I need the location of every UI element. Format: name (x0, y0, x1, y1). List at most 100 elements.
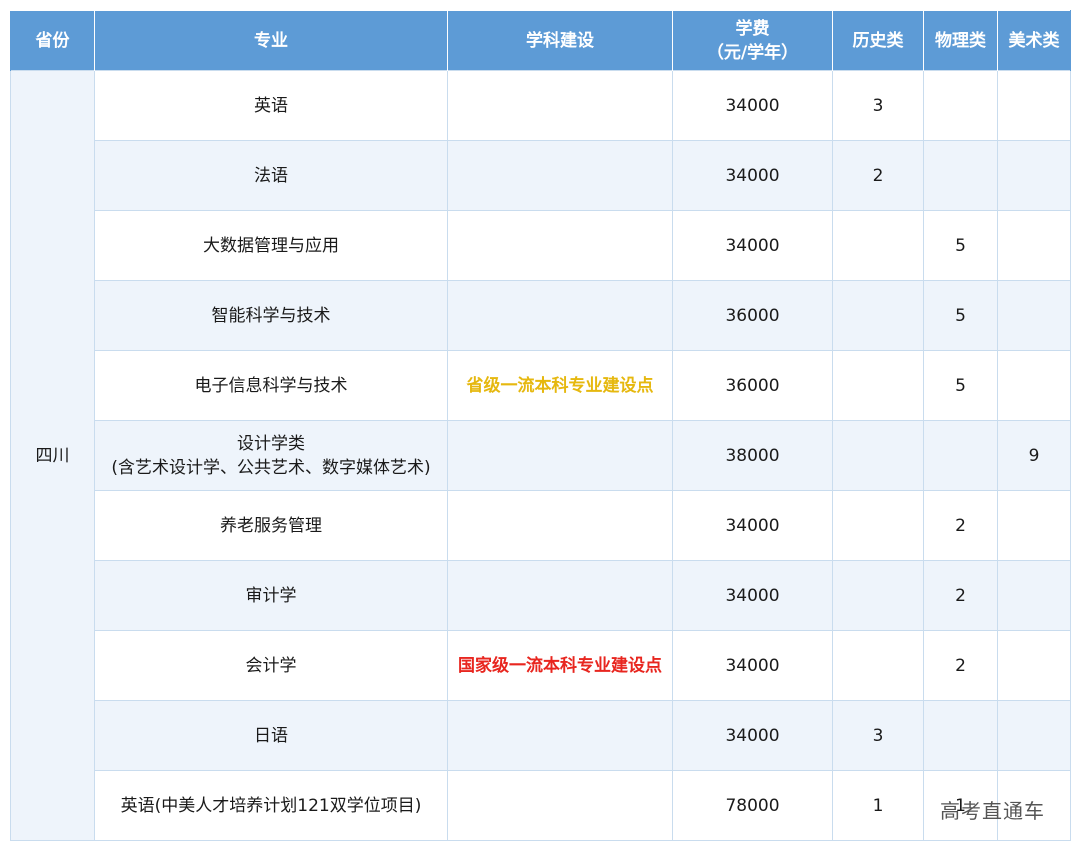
history-cell: 2 (832, 140, 924, 211)
major-cell: 英语 (94, 70, 448, 141)
physics-cell: 2 (923, 560, 998, 631)
major-cell: 电子信息科学与技术 (94, 350, 448, 421)
discipline-cell (447, 420, 673, 491)
physics-cell (923, 700, 998, 771)
history-cell: 1 (832, 770, 924, 841)
physics-cell (923, 140, 998, 211)
discipline-cell (447, 700, 673, 771)
major-name: 大数据管理与应用 (203, 235, 339, 256)
table-row: 会计学 国家级一流本科专业建设点 34000 2 (11, 630, 1071, 701)
header-province: 省份 (10, 10, 95, 71)
discipline-label: 国家级一流本科专业建设点 (458, 655, 662, 676)
table-row: 养老服务管理 34000 2 (11, 490, 1071, 561)
table-row: 日语 34000 3 (11, 700, 1071, 771)
tuition-cell: 38000 (672, 420, 833, 491)
discipline-cell (447, 280, 673, 351)
tuition-cell: 34000 (672, 140, 833, 211)
major-cell: 大数据管理与应用 (94, 210, 448, 281)
major-cell: 设计学类 (含艺术设计学、公共艺术、数字媒体艺术) (94, 420, 448, 491)
physics-cell (923, 70, 998, 141)
physics-cell: 5 (923, 280, 998, 351)
art-cell (997, 70, 1071, 141)
physics-cell (923, 420, 998, 491)
major-cell: 会计学 (94, 630, 448, 701)
history-cell (832, 280, 924, 351)
major-name: 设计学类 (237, 433, 305, 454)
major-cell: 法语 (94, 140, 448, 211)
art-cell (997, 280, 1071, 351)
physics-cell: 5 (923, 350, 998, 421)
header-physics: 物理类 (923, 10, 998, 71)
table-row: 大数据管理与应用 34000 5 (11, 210, 1071, 281)
major-cell: 英语(中美人才培养计划121双学位项目) (94, 770, 448, 841)
physics-cell: 2 (923, 490, 998, 561)
table-row: 英语(中美人才培养计划121双学位项目) 78000 1 1 (11, 770, 1071, 841)
discipline-cell: 国家级一流本科专业建设点 (447, 630, 673, 701)
art-cell (997, 350, 1071, 421)
physics-cell: 5 (923, 210, 998, 281)
header-tuition-line2: （元/学年） (706, 42, 799, 63)
tuition-cell: 34000 (672, 630, 833, 701)
table-row: 智能科学与技术 36000 5 (11, 280, 1071, 351)
major-name: 英语(中美人才培养计划121双学位项目) (120, 795, 422, 816)
major-subtitle: (含艺术设计学、公共艺术、数字媒体艺术) (111, 457, 431, 478)
table-row: 四川 英语 34000 3 (10, 70, 1071, 841)
major-name: 智能科学与技术 (211, 305, 331, 326)
tuition-cell: 34000 (672, 210, 833, 281)
table-body: 四川 英语 34000 3 法语 34000 2 大数据管理与应用 34000 5 智能科学与技术 3… (10, 70, 1071, 841)
tuition-cell: 34000 (672, 490, 833, 561)
discipline-cell (447, 70, 673, 141)
history-cell (832, 210, 924, 281)
history-cell (832, 630, 924, 701)
major-name: 电子信息科学与技术 (194, 375, 348, 396)
table-row: 法语 34000 2 (11, 140, 1071, 211)
discipline-cell (447, 210, 673, 281)
history-cell (832, 490, 924, 561)
tuition-cell: 36000 (672, 280, 833, 351)
art-cell (997, 700, 1071, 771)
header-tuition: 学费 （元/学年） (672, 10, 833, 71)
discipline-cell (447, 770, 673, 841)
table-row: 审计学 34000 2 (11, 560, 1071, 631)
header-major: 专业 (94, 10, 448, 71)
major-name: 会计学 (245, 655, 297, 676)
table-row: 设计学类 (含艺术设计学、公共艺术、数字媒体艺术) 38000 9 (11, 420, 1071, 491)
major-cell: 养老服务管理 (94, 490, 448, 561)
art-cell (997, 560, 1071, 631)
art-cell (997, 630, 1071, 701)
header-history: 历史类 (832, 10, 924, 71)
major-name: 养老服务管理 (220, 515, 322, 536)
table-row: 电子信息科学与技术 省级一流本科专业建设点 36000 5 (11, 350, 1071, 421)
major-cell: 智能科学与技术 (94, 280, 448, 351)
major-cell: 审计学 (94, 560, 448, 631)
watermark-text: 高考直通车 (940, 799, 1045, 823)
discipline-cell (447, 140, 673, 211)
history-cell: 3 (832, 70, 924, 141)
art-cell (997, 140, 1071, 211)
header-discipline: 学科建设 (447, 10, 673, 71)
major-name: 日语 (254, 725, 288, 746)
history-cell: 3 (832, 700, 924, 771)
major-name: 法语 (254, 165, 288, 186)
art-cell: 9 (997, 420, 1071, 491)
tuition-cell: 78000 (672, 770, 833, 841)
province-cell: 四川 (10, 70, 95, 841)
table-header-row: 省份 专业 学科建设 学费 （元/学年） 历史类 物理类 美术类 (10, 10, 1071, 71)
art-cell (997, 210, 1071, 281)
history-cell (832, 350, 924, 421)
admission-plan-table: 省份 专业 学科建设 学费 （元/学年） 历史类 物理类 美术类 四川 英语 340… (10, 10, 1071, 841)
tuition-cell: 34000 (672, 70, 833, 141)
header-tuition-line1: 学费 (735, 18, 770, 39)
admission-plan-table-wrapper: 省份 专业 学科建设 学费 （元/学年） 历史类 物理类 美术类 四川 英语 340… (10, 10, 1071, 841)
art-cell (997, 490, 1071, 561)
history-cell (832, 560, 924, 631)
discipline-cell (447, 560, 673, 631)
physics-cell: 2 (923, 630, 998, 701)
discipline-cell: 省级一流本科专业建设点 (447, 350, 673, 421)
tuition-cell: 34000 (672, 560, 833, 631)
discipline-label: 省级一流本科专业建设点 (466, 375, 654, 396)
tuition-cell: 36000 (672, 350, 833, 421)
major-name: 审计学 (245, 585, 297, 606)
major-cell: 日语 (94, 700, 448, 771)
tuition-cell: 34000 (672, 700, 833, 771)
